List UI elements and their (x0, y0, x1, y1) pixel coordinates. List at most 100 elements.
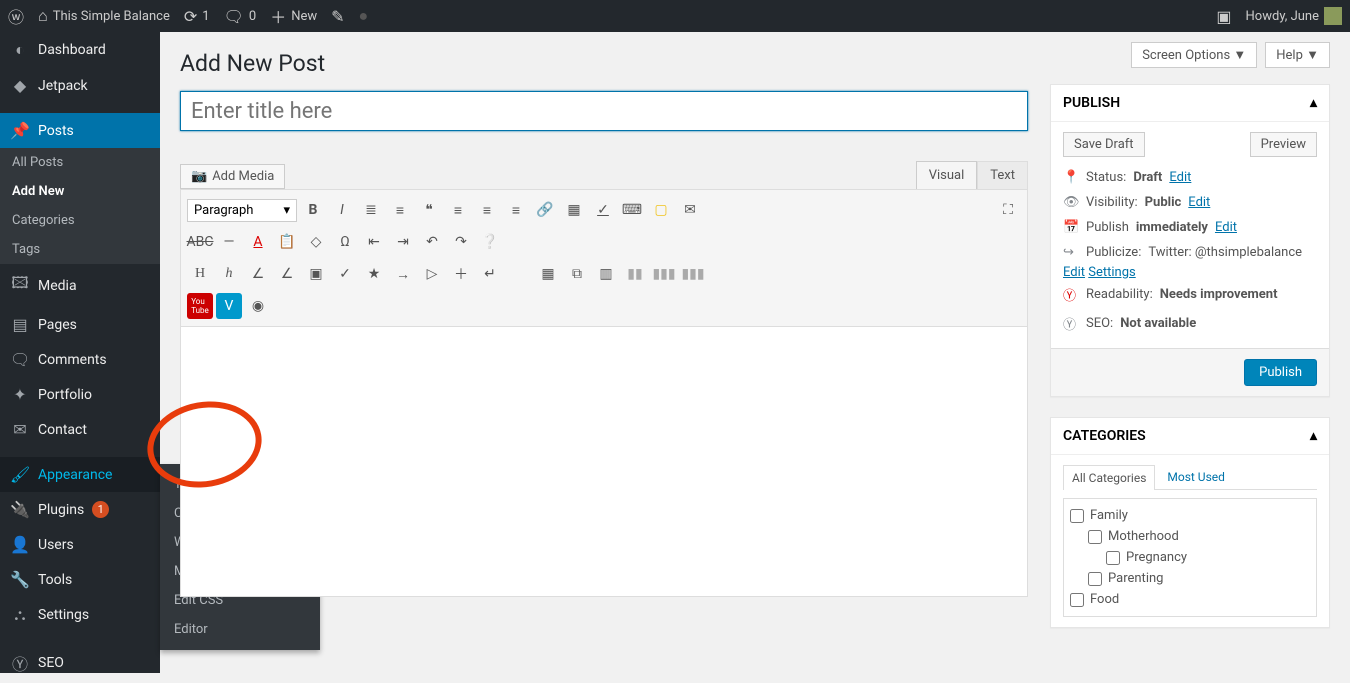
textcolor-button[interactable]: A (245, 229, 271, 255)
menu-portfolio[interactable]: ✦Portfolio (0, 377, 160, 412)
spellcheck-button[interactable]: ✓ (590, 197, 616, 223)
new-content[interactable]: ＋New (270, 4, 317, 28)
screen-options-button[interactable]: Screen Options ▼ (1131, 42, 1257, 68)
menu-users[interactable]: 👤Users (0, 527, 160, 562)
align-right-button[interactable]: ≡ (503, 197, 529, 223)
tab-text[interactable]: Text (977, 161, 1028, 189)
link-button[interactable]: 🔗 (532, 197, 558, 223)
edit-visibility-link[interactable]: Edit (1188, 195, 1210, 210)
vimeo-button[interactable]: V (216, 293, 242, 319)
redo-button[interactable]: ↷ (448, 229, 474, 255)
settings-link[interactable]: Settings (1088, 265, 1135, 280)
help-button[interactable]: Help ▼ (1265, 42, 1330, 68)
menu-settings[interactable]: ⛬Settings (0, 597, 160, 633)
col3-button[interactable]: ▮▮▮ (680, 261, 706, 287)
add-media-button[interactable]: 📷Add Media (180, 164, 285, 189)
format-select[interactable]: Paragraph▾ (187, 199, 297, 222)
yoast-icon[interactable]: ✎ (331, 7, 344, 26)
note-button[interactable]: ▢ (648, 197, 674, 223)
youtube-button[interactable]: YouTube (187, 293, 213, 319)
star-button[interactable]: ★ (361, 261, 387, 287)
submenu-all-posts[interactable]: All Posts (0, 148, 160, 177)
box-button[interactable]: ▣ (303, 261, 329, 287)
cat-family[interactable]: Family (1070, 505, 1310, 526)
align-left-button[interactable]: ≡ (445, 197, 471, 223)
undo-button[interactable]: ↶ (419, 229, 445, 255)
h-button[interactable]: H (187, 261, 213, 287)
col2-button[interactable]: ▮▮▮ (651, 261, 677, 287)
menu-posts[interactable]: 📌Posts (0, 113, 160, 148)
tab-visual[interactable]: Visual (916, 161, 978, 189)
cat-pregnancy[interactable]: Pregnancy (1070, 547, 1310, 568)
outdent-button[interactable]: ⇤ (361, 229, 387, 255)
updates[interactable]: ⟳1 (184, 7, 210, 26)
check-button[interactable]: ✓ (332, 261, 358, 287)
plus2-button[interactable]: ＋ (448, 261, 474, 287)
cat-motherhood[interactable]: Motherhood (1070, 526, 1310, 547)
edit-status-link[interactable]: Edit (1169, 170, 1191, 185)
preview-button[interactable]: Preview (1250, 132, 1317, 157)
strike-button[interactable]: ABC (187, 229, 213, 255)
submenu-categories[interactable]: Categories (0, 206, 160, 235)
menu-contact[interactable]: ✉Contact (0, 412, 160, 447)
grid-button[interactable]: ▥ (593, 261, 619, 287)
play-button[interactable]: ▷ (419, 261, 445, 287)
hr-button[interactable]: — (216, 229, 242, 255)
sq1-button[interactable] (506, 261, 532, 287)
keyboard-button[interactable]: ⌨ (619, 197, 645, 223)
cat-food[interactable]: Food (1070, 589, 1310, 610)
underline-color-button[interactable]: ∠ (245, 261, 271, 287)
menu-pages[interactable]: ▤Pages (0, 307, 160, 342)
cat-tab-most[interactable]: Most Used (1159, 465, 1233, 490)
toggle-icon[interactable]: ▴ (1310, 95, 1317, 111)
more-button[interactable]: ▦ (561, 197, 587, 223)
category-list[interactable]: Family Motherhood Pregnancy Parenting Fo… (1063, 498, 1317, 617)
menu-media[interactable]: 🖾Media (0, 264, 160, 307)
submenu-add-new[interactable]: Add New (0, 177, 160, 206)
submenu-tags[interactable]: Tags (0, 235, 160, 264)
indent-button[interactable]: ⇥ (390, 229, 416, 255)
paste-button[interactable]: 📋 (274, 229, 300, 255)
menu-jetpack[interactable]: ◆Jetpack (0, 68, 160, 103)
menu-plugins[interactable]: 🔌Plugins1 (0, 492, 160, 527)
status-dot[interactable]: ● (359, 6, 369, 26)
menu-seo[interactable]: ⓎSEO (0, 643, 160, 683)
arrow-button[interactable]: → (390, 261, 416, 287)
wp-logo[interactable]: ⓦ (8, 4, 24, 28)
omega-button[interactable]: Ω (332, 229, 358, 255)
clear-button[interactable]: ◇ (303, 229, 329, 255)
misc-button[interactable]: ◉ (245, 293, 271, 319)
align-center-button[interactable]: ≡ (474, 197, 500, 223)
notifications[interactable]: ▣ (1216, 7, 1231, 26)
link2-button[interactable]: ⧉ (564, 261, 590, 287)
return-button[interactable]: ↵ (477, 261, 503, 287)
save-draft-button[interactable]: Save Draft (1063, 132, 1145, 157)
toggle-icon[interactable]: ▴ (1310, 428, 1317, 444)
menu-dashboard[interactable]: ◐Dashboard (0, 32, 160, 68)
menu-tools[interactable]: 🔧Tools (0, 562, 160, 597)
cat-parenting[interactable]: Parenting (1070, 568, 1310, 589)
help-icon-button[interactable]: ❔ (477, 229, 503, 255)
my-account[interactable]: Howdy, June (1246, 7, 1342, 25)
sq2-button[interactable]: ▦ (535, 261, 561, 287)
italic-button[interactable]: I (329, 197, 355, 223)
bullet-list-button[interactable]: ≣ (358, 197, 384, 223)
number-list-button[interactable]: ≡ (387, 197, 413, 223)
edit-publicize-link[interactable]: Edit (1063, 265, 1085, 280)
quote-button[interactable]: ❝ (416, 197, 442, 223)
editor-content[interactable] (180, 327, 1028, 597)
bold-button[interactable]: B (300, 197, 326, 223)
h-italic-button[interactable]: h (216, 261, 242, 287)
comments-count[interactable]: 🗨0 (224, 7, 257, 26)
site-name[interactable]: ⌂This Simple Balance (38, 6, 170, 26)
menu-comments[interactable]: 🗨Comments (0, 342, 160, 377)
cat-tab-all[interactable]: All Categories (1063, 465, 1155, 490)
edit-date-link[interactable]: Edit (1215, 220, 1237, 235)
col1-button[interactable]: ▮▮ (622, 261, 648, 287)
envelope-button[interactable]: ✉ (677, 197, 703, 223)
fullscreen-button[interactable]: ⛶ (995, 197, 1021, 223)
publish-button[interactable]: Publish (1244, 359, 1317, 386)
post-title-input[interactable] (180, 91, 1028, 131)
menu-appearance[interactable]: 🖌Appearance (0, 457, 160, 492)
highlight-button[interactable]: ∠ (274, 261, 300, 287)
